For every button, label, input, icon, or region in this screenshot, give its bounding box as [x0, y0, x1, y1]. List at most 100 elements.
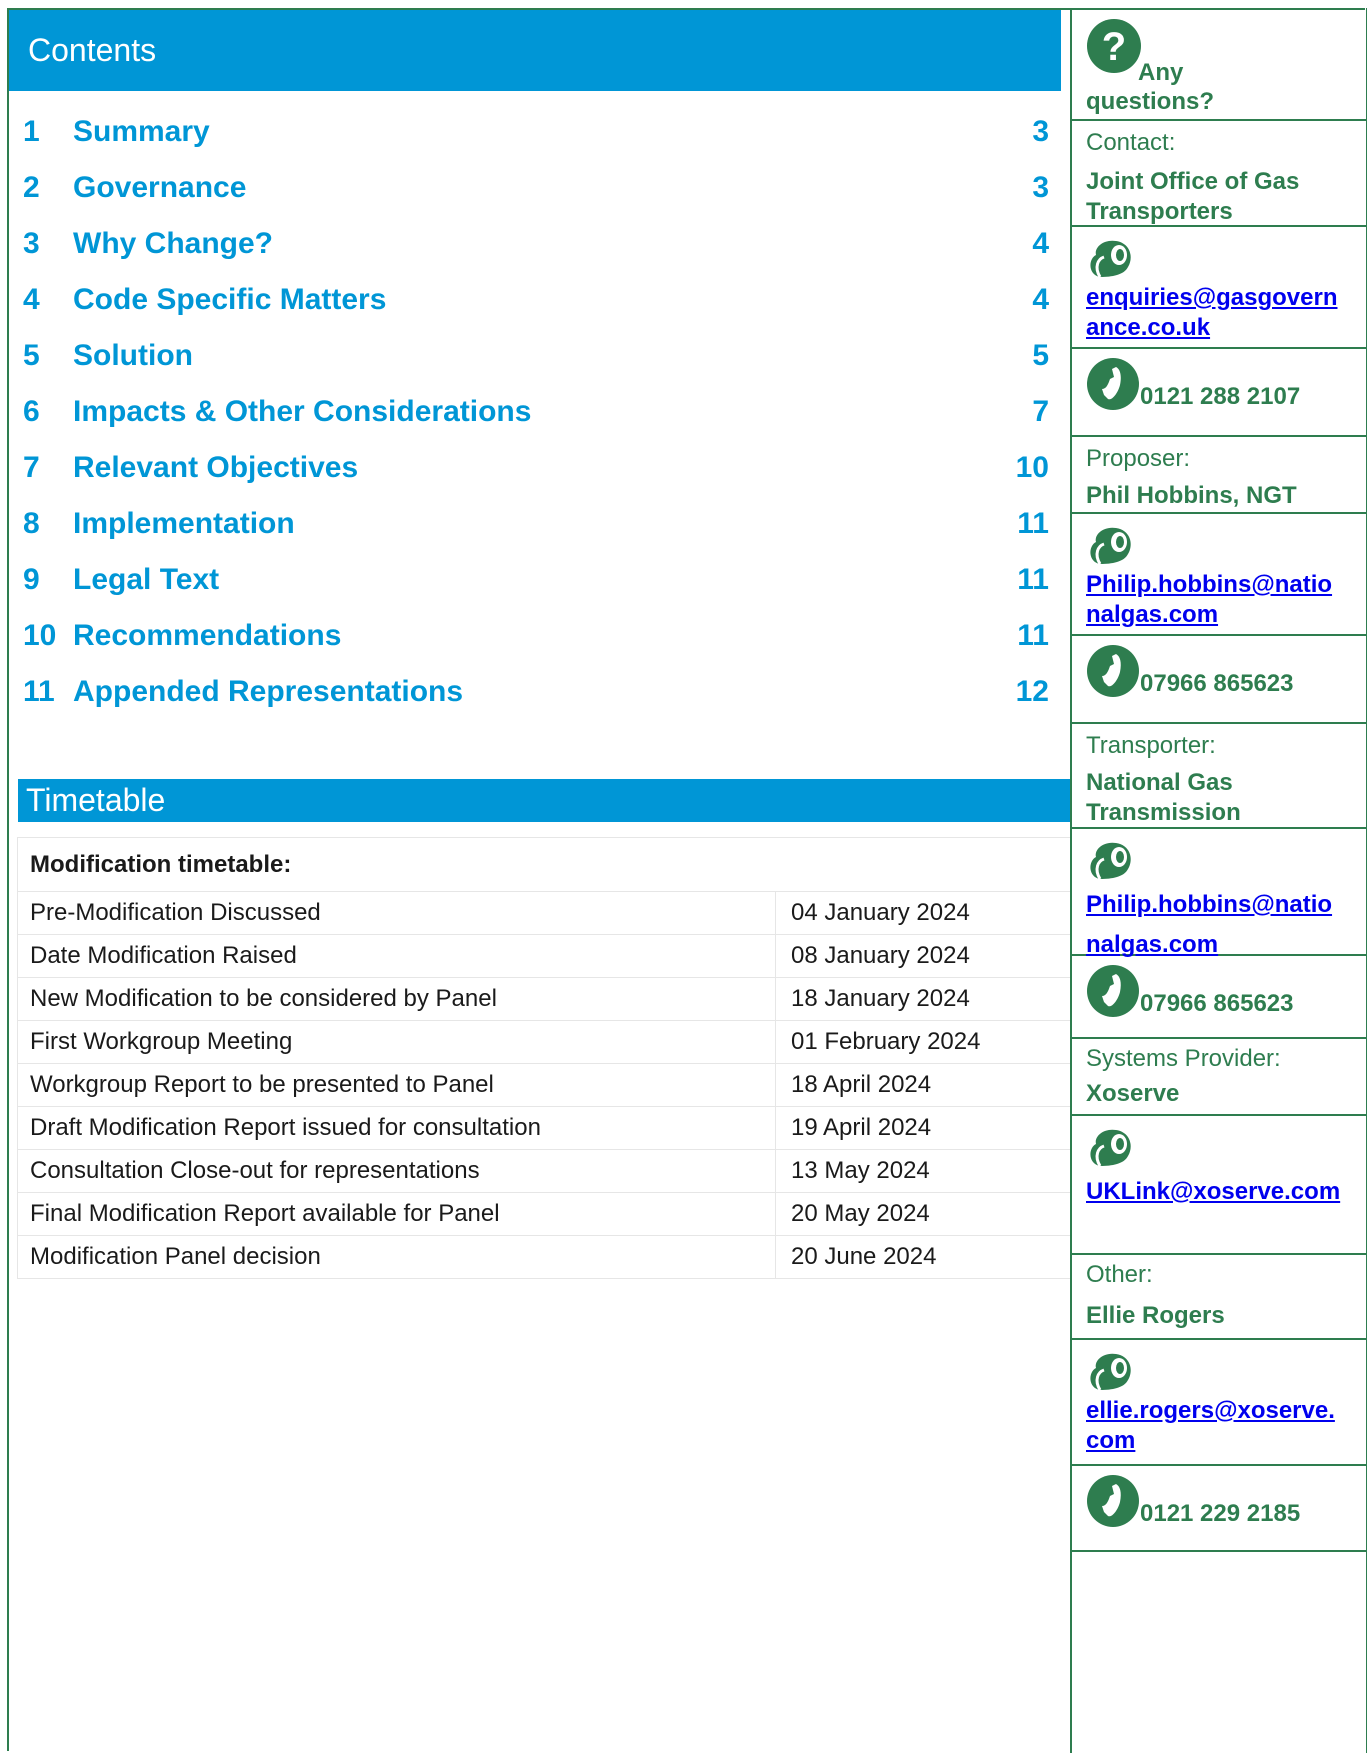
timetable-event: Draft Modification Report issued for con…: [17, 1106, 776, 1150]
table-row: Pre-Modification Discussed 04 January 202…: [17, 891, 1072, 935]
timetable-event: Pre-Modification Discussed: [17, 891, 776, 935]
any-questions-cell: ? Any questions?: [1072, 8, 1366, 121]
contact-cell: Contact: Joint Office of Gas Transporter…: [1072, 121, 1366, 227]
toc-title: Summary: [73, 115, 210, 148]
contact-email-link[interactable]: enquiries@gasgovernance.co.uk: [1086, 283, 1346, 343]
email-icon: [1090, 1353, 1131, 1391]
email-icon: [1090, 240, 1131, 278]
toc-title: Legal Text: [73, 563, 220, 596]
contact-label: Contact:: [1086, 129, 1176, 156]
toc-item[interactable]: 1 Summary 3: [9, 102, 1049, 158]
phone-icon: [1087, 1475, 1139, 1527]
table-row: New Modification to be considered by Pan…: [17, 977, 1072, 1021]
timetable-heading: Timetable: [18, 779, 1072, 822]
other-email-link[interactable]: ellie.rogers@xoserve.com: [1086, 1396, 1346, 1456]
email-icon: [1090, 527, 1131, 565]
systems-provider-cell: Systems Provider: Xoserve: [1072, 1039, 1366, 1116]
table-row: Final Modification Report available for …: [17, 1192, 1072, 1236]
toc-item[interactable]: 10 Recommendations 11: [9, 606, 1049, 662]
timetable-event: First Workgroup Meeting: [17, 1020, 776, 1064]
other-phone-cell: 0121 229 2185: [1072, 1466, 1366, 1552]
timetable-table-heading: Modification timetable:: [17, 837, 1072, 892]
proposer-phone: 07966 865623: [1140, 670, 1294, 697]
table-row: Workgroup Report to be presented to Pane…: [17, 1063, 1072, 1107]
other-name: Ellie Rogers: [1086, 1302, 1225, 1329]
timetable-date: 08 January 2024: [775, 934, 1072, 978]
email-icon: [1090, 1129, 1131, 1167]
toc-number: 5: [23, 339, 40, 372]
toc-item[interactable]: 9 Legal Text 11: [9, 550, 1049, 606]
toc-title: Implementation: [73, 507, 295, 540]
toc-page: 4: [1032, 227, 1049, 260]
table-row: Consultation Close-out for representatio…: [17, 1149, 1072, 1193]
toc-item[interactable]: 6 Impacts & Other Considerations 7: [9, 382, 1049, 438]
toc-title: Solution: [73, 339, 193, 372]
timetable-date: 19 April 2024: [775, 1106, 1072, 1150]
toc-number: 1: [23, 115, 40, 148]
toc-title: Appended Representations: [73, 675, 464, 708]
systems-provider-email-cell: UKLink@xoserve.com: [1072, 1116, 1366, 1255]
toc-title: Why Change?: [73, 227, 273, 260]
toc-number: 11: [23, 675, 55, 708]
toc-page: 7: [1032, 395, 1049, 428]
systems-provider-email-link[interactable]: UKLink@xoserve.com: [1086, 1172, 1346, 1212]
timetable-date: 04 January 2024: [775, 891, 1072, 935]
proposer-email-cell: Philip.hobbins@nationalgas.com: [1072, 514, 1366, 636]
other-email-cell: ellie.rogers@xoserve.com: [1072, 1340, 1366, 1466]
other-label: Other:: [1086, 1261, 1153, 1288]
phone-icon: [1087, 358, 1139, 410]
toc-item[interactable]: 5 Solution 5: [9, 326, 1049, 382]
transporter-name: National Gas Transmission: [1086, 769, 1241, 826]
other-cell: Other: Ellie Rogers: [1072, 1255, 1366, 1340]
toc-title: Recommendations: [73, 619, 342, 652]
contact-phone: 0121 288 2107: [1140, 383, 1301, 410]
toc-number: 10: [23, 619, 57, 652]
toc-item[interactable]: 7 Relevant Objectives 10: [9, 438, 1049, 494]
toc-item[interactable]: 3 Why Change? 4: [9, 214, 1049, 270]
phone-icon: [1087, 965, 1139, 1017]
any-questions-label: Any questions?: [1086, 59, 1215, 115]
table-header-row: Modification timetable:: [17, 837, 1072, 892]
timetable-date: 20 May 2024: [775, 1192, 1072, 1236]
table-row: First Workgroup Meeting 01 February 2024: [17, 1020, 1072, 1064]
systems-provider-label: Systems Provider:: [1086, 1045, 1281, 1072]
toc-page: 11: [1017, 563, 1049, 596]
toc-number: 6: [23, 395, 40, 428]
timetable-event: Date Modification Raised: [17, 934, 776, 978]
transporter-cell: Transporter: National Gas Transmission: [1072, 724, 1366, 829]
proposer-name: Phil Hobbins, NGT: [1086, 482, 1297, 509]
transporter-email-link[interactable]: Philip.hobbins@nationalgas.com: [1086, 885, 1346, 965]
toc-page: 11: [1017, 507, 1049, 540]
timetable-event: Consultation Close-out for representatio…: [17, 1149, 776, 1193]
transporter-label: Transporter:: [1086, 732, 1216, 759]
toc-item[interactable]: 2 Governance 3: [9, 158, 1049, 214]
toc-page: 5: [1032, 339, 1049, 372]
toc-number: 3: [23, 227, 40, 260]
contact-phone-cell: 0121 288 2107: [1072, 349, 1366, 437]
timetable-event: New Modification to be considered by Pan…: [17, 977, 776, 1021]
toc-item[interactable]: 4 Code Specific Matters 4: [9, 270, 1049, 326]
toc-item[interactable]: 8 Implementation 11: [9, 494, 1049, 550]
transporter-email-cell: Philip.hobbins@nationalgas.com: [1072, 829, 1366, 958]
toc-page: 12: [1015, 675, 1049, 708]
phone-icon: [1087, 645, 1139, 697]
toc-page: 10: [1015, 451, 1049, 484]
proposer-label: Proposer:: [1086, 445, 1191, 472]
transporter-phone: 07966 865623: [1140, 990, 1294, 1017]
toc-page: 11: [1017, 619, 1049, 652]
contact-email-cell: enquiries@gasgovernance.co.uk: [1072, 227, 1366, 349]
contents-heading: Contents: [9, 10, 1061, 91]
toc-title: Governance: [73, 171, 247, 204]
toc-title: Relevant Objectives: [73, 451, 359, 484]
timetable-event: Final Modification Report available for …: [17, 1192, 776, 1236]
contact-name: Joint Office of Gas Transporters: [1086, 168, 1300, 225]
timetable-date: 13 May 2024: [775, 1149, 1072, 1193]
contact-sidebar: ? Any questions? Contact: Joint Office o…: [1070, 8, 1367, 1753]
toc-title: Impacts & Other Considerations: [73, 395, 532, 428]
timetable-event: Workgroup Report to be presented to Pane…: [17, 1063, 776, 1107]
systems-provider-name: Xoserve: [1086, 1080, 1180, 1107]
toc-number: 7: [23, 451, 40, 484]
toc-item[interactable]: 11 Appended Representations 12: [9, 662, 1049, 718]
proposer-email-link[interactable]: Philip.hobbins@nationalgas.com: [1086, 570, 1346, 630]
transporter-phone-cell: 07966 865623: [1072, 956, 1366, 1039]
